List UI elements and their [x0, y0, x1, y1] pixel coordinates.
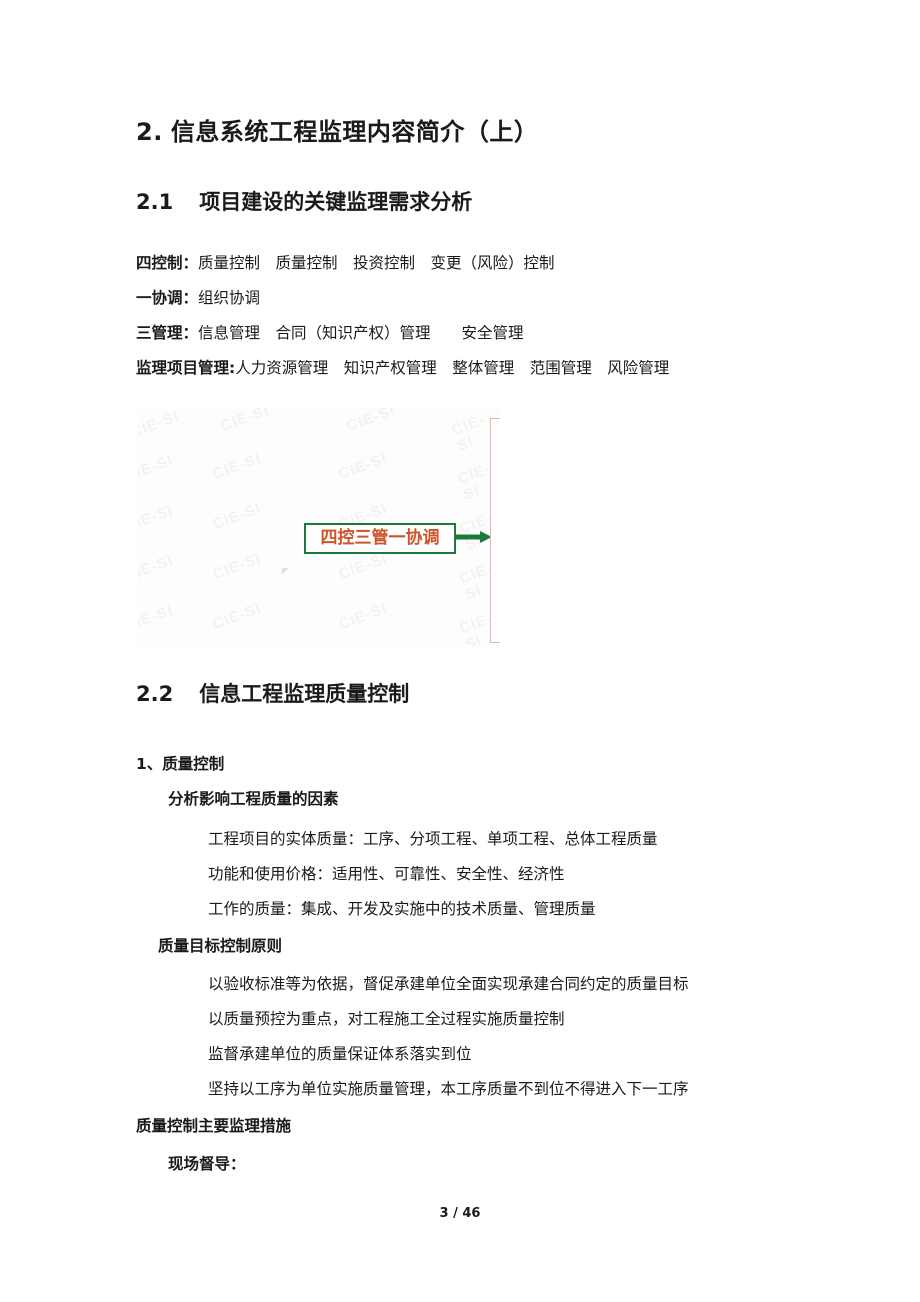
section-2-1-number: 2.1	[136, 190, 174, 214]
section-2-2-text: 信息工程监理质量控制	[199, 682, 410, 706]
diagram-image: CIE-SI CIE-SI CIE-SI CIE-SI CIE-SI CIE-S…	[138, 408, 500, 646]
page-title-number: 2.	[136, 118, 163, 146]
definition-value: 人力资源管理 知识产权管理 整体管理 范围管理 风险管理	[235, 359, 670, 377]
body-text-line: 以验收标准等为依据，督促承建单位全面实现承建合同约定的质量目标	[208, 975, 689, 993]
document-page: 2. 信息系统工程监理内容简介（上） 2.1 项目建设的关键监理需求分析 四控制：质…	[0, 0, 920, 1302]
cursor-artifact	[282, 568, 289, 577]
definition-line-one-coordination: 一协调：组织协调	[136, 289, 261, 307]
watermark-text: CIE-SI	[138, 408, 182, 442]
page-title-text: 信息系统工程监理内容简介（上）	[170, 118, 539, 146]
arrow-icon	[454, 531, 492, 543]
definition-label: 三管理：	[136, 324, 199, 342]
section-heading-2-2: 2.2 信息工程监理质量控制	[136, 678, 409, 708]
watermark-text: CIE-SI	[138, 501, 176, 536]
page-footer: 3 / 46	[439, 1206, 481, 1221]
diagram-source-box-label: 四控三管一协调	[320, 528, 440, 548]
watermark-text: CIE-SI	[138, 551, 176, 586]
list-item-quality-control: 1、质量控制	[136, 755, 225, 773]
diagram-source-box: 四控三管一协调	[304, 523, 456, 554]
subheading-quality-measures: 质量控制主要监理措施	[136, 1117, 292, 1135]
watermark-text: CIE-SI	[218, 408, 272, 436]
definition-value: 组织协调	[198, 289, 261, 307]
body-text-line: 坚持以工序为单位实施质量管理，本工序质量不到位不得进入下一工序	[208, 1080, 689, 1098]
definition-line-three-managements: 三管理：信息管理 合同（知识产权）管理 安全管理	[136, 324, 524, 342]
definition-line-four-controls: 四控制：质量控制 质量控制 投资控制 变更（风险）控制	[136, 254, 555, 272]
section-2-2-number: 2.2	[136, 682, 174, 706]
subheading-quality-factors: 分析影响工程质量的因素	[168, 790, 339, 808]
page-title: 2. 信息系统工程监理内容简介（上）	[136, 112, 538, 147]
watermark-text: CIE-SI	[336, 599, 390, 634]
watermark-text: CIE-SI	[210, 499, 264, 534]
definition-label: 一协调：	[136, 289, 199, 307]
subheading-quality-principles: 质量目标控制原则	[158, 937, 283, 955]
body-text-line: 现场督导：	[168, 1155, 246, 1173]
watermark-text: CIE-SI	[210, 549, 264, 584]
body-text-line: 以质量预控为重点，对工程施工全过程实施质量控制	[208, 1010, 565, 1028]
watermark-text: CIE-SI	[336, 449, 390, 484]
watermark-text: CIE-SI	[138, 451, 176, 486]
watermark-text: CIE-SI	[138, 601, 176, 636]
definition-line-project-management: 监理项目管理:人力资源管理 知识产权管理 整体管理 范围管理 风险管理	[136, 359, 670, 377]
body-text-line: 工作的质量：集成、开发及实施中的技术质量、管理质量	[208, 900, 596, 918]
definition-value: 质量控制 质量控制 投资控制 变更（风险）控制	[198, 254, 555, 272]
body-text-line: 工程项目的实体质量：工序、分项工程、单项工程、总体工程质量	[208, 830, 658, 848]
definition-value: 信息管理 合同（知识产权）管理 安全管理	[198, 324, 524, 342]
definition-label: 四控制：	[136, 254, 199, 272]
watermark-text: CIE-SI	[344, 408, 398, 436]
definition-label: 监理项目管理:	[136, 359, 236, 377]
watermark-text: CIE-SI	[210, 599, 264, 634]
section-2-1-text: 项目建设的关键监理需求分析	[199, 190, 473, 214]
section-heading-2-1: 2.1 项目建设的关键监理需求分析	[136, 186, 472, 216]
watermark-text: CIE-SI	[336, 549, 390, 584]
body-text-line: 功能和使用价格：适用性、可靠性、安全性、经济性	[208, 865, 565, 883]
watermark-text: CIE-SI	[210, 449, 264, 484]
diagram-list-box: 质量控制 进度控制 投资控制 变更控制 合同管理 信息管理 安全与风险管理 沟通…	[490, 418, 500, 643]
body-text-line: 监督承建单位的质量保证体系落实到位	[208, 1045, 472, 1063]
